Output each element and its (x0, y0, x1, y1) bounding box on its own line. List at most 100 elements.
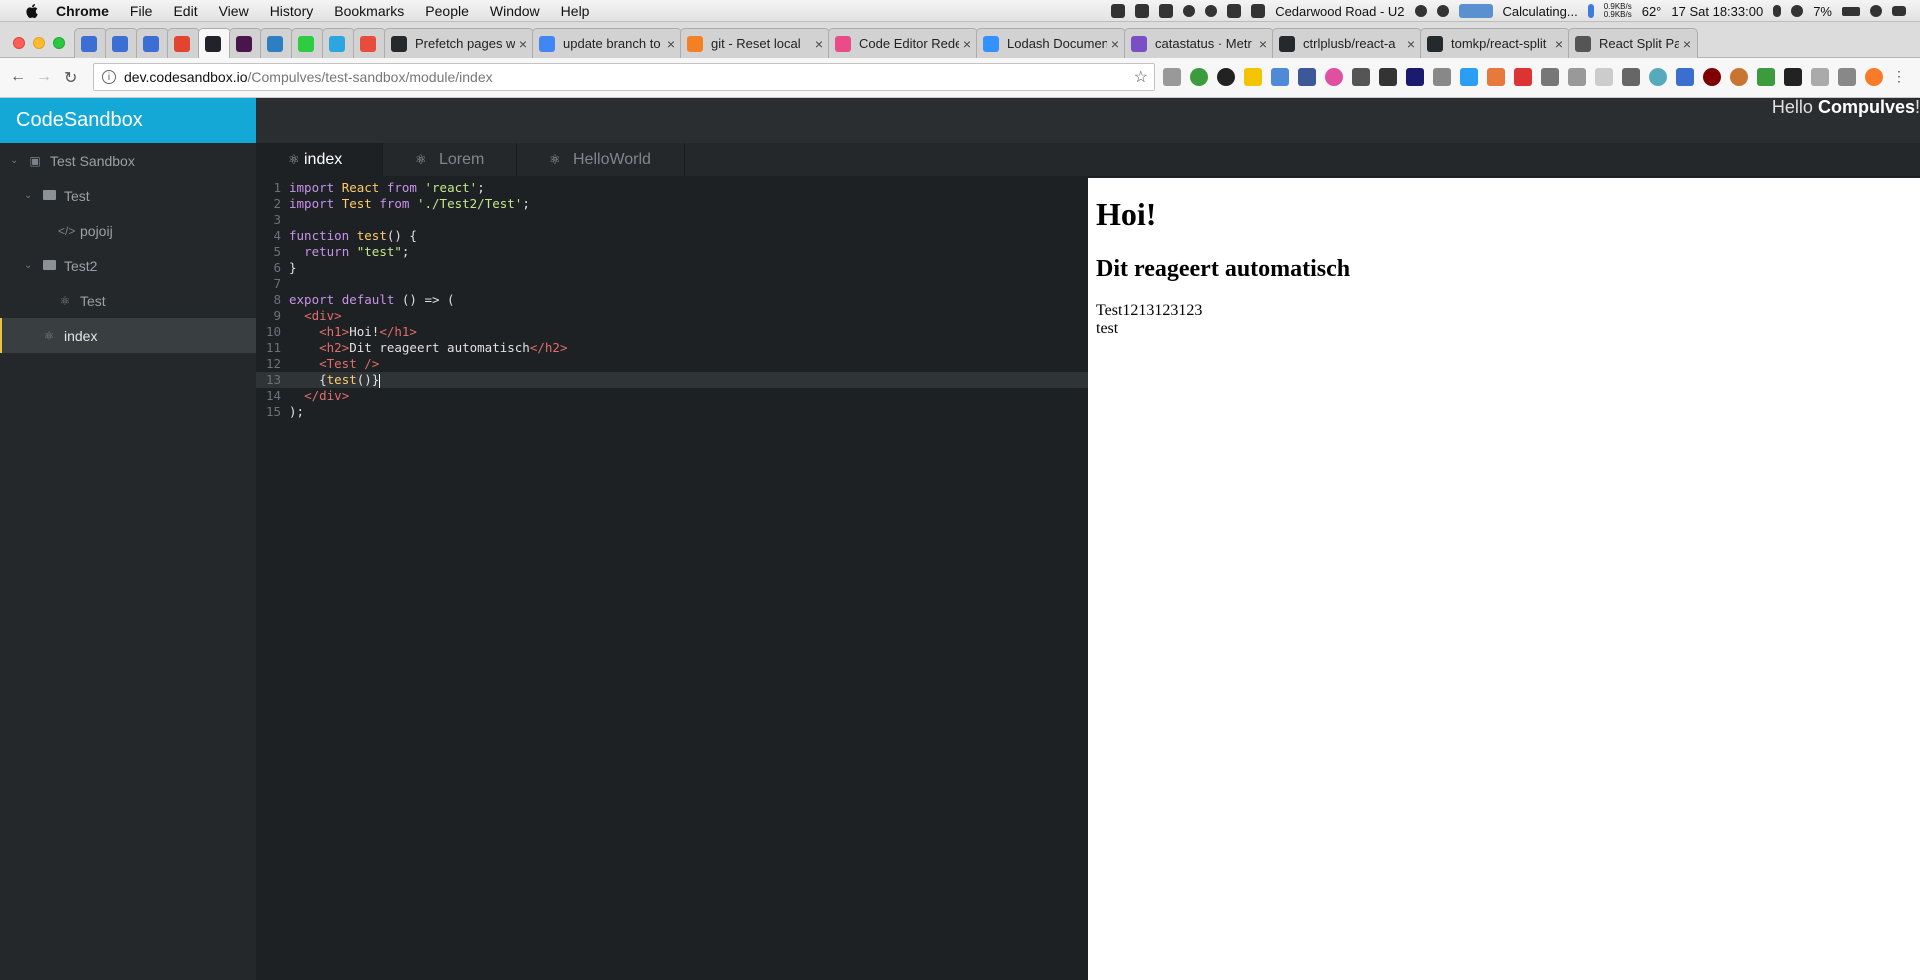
tab-lorem[interactable]: ⚛ Lorem (383, 143, 517, 176)
now-playing[interactable]: Cedarwood Road - U2 (1275, 4, 1404, 19)
back-arrow-icon[interactable]: ← (10, 68, 26, 86)
browser-tab[interactable]: tomkp/react-split × (1420, 28, 1570, 58)
extension-icon[interactable] (1730, 68, 1748, 86)
bookmark-star-icon[interactable]: ☆ (1134, 67, 1148, 87)
extension-icon[interactable] (1190, 68, 1208, 86)
tree-item-file-pojoij[interactable]: </> pojoij (0, 213, 256, 248)
window-close-button[interactable] (13, 37, 25, 49)
code-editor[interactable]: 1 import React from 'react'; 2 import Test… (256, 176, 1088, 980)
extension-icon[interactable] (1541, 68, 1559, 86)
menu-edit[interactable]: Edit (173, 3, 197, 19)
menu-window[interactable]: Window (490, 3, 540, 19)
browser-tab[interactable] (260, 28, 293, 58)
extension-icon[interactable] (1325, 68, 1343, 86)
dropbox-icon[interactable] (1227, 4, 1242, 18)
battery-status[interactable]: Calculating... (1503, 4, 1578, 19)
browser-tab[interactable]: Lodash Documen × (976, 28, 1126, 58)
bluetooth-icon[interactable] (1773, 5, 1782, 17)
shield-icon[interactable] (1251, 4, 1266, 18)
close-tab-icon[interactable]: × (1111, 36, 1119, 52)
extension-icon[interactable] (1433, 68, 1451, 86)
close-tab-icon[interactable]: × (1555, 36, 1563, 52)
chevron-down-icon[interactable]: ⌄ (24, 190, 36, 201)
close-tab-icon[interactable]: × (1259, 36, 1267, 52)
menu-history[interactable]: History (270, 3, 314, 19)
chevron-down-icon[interactable]: ⌄ (24, 260, 36, 271)
menu-file[interactable]: File (130, 3, 153, 19)
browser-tab[interactable]: Prefetch pages w × (384, 28, 534, 58)
extension-icon[interactable] (1757, 68, 1775, 86)
menu-people[interactable]: People (425, 3, 469, 19)
username[interactable]: Compulves (1818, 97, 1915, 117)
browser-tab[interactable] (229, 28, 262, 58)
extension-icon[interactable] (1379, 68, 1397, 86)
browser-tab[interactable] (105, 28, 138, 58)
tab-helloworld[interactable]: ⚛ HelloWorld (517, 143, 685, 176)
forward-arrow-icon[interactable]: → (36, 68, 52, 86)
extension-icon[interactable] (1406, 68, 1424, 86)
creative-cloud-icon[interactable] (1205, 5, 1218, 17)
gmail-checker-icon[interactable] (1514, 68, 1532, 86)
extension-icon[interactable] (1676, 68, 1694, 86)
address-bar[interactable]: i dev.codesandbox.io/Compulves/test-sand… (93, 63, 1155, 91)
extension-icon[interactable] (1460, 68, 1478, 86)
spotlight-search-icon[interactable] (1870, 5, 1882, 17)
reload-icon[interactable]: ↻ (64, 68, 77, 88)
battery-icon[interactable] (1842, 6, 1860, 16)
ublock-icon[interactable] (1703, 68, 1721, 86)
docker-icon[interactable] (1135, 4, 1150, 18)
browser-tab[interactable] (74, 28, 107, 58)
extension-icon[interactable] (1838, 68, 1856, 86)
close-tab-icon[interactable]: × (963, 36, 971, 52)
extension-icon[interactable] (1244, 68, 1262, 86)
extension-icon[interactable] (1217, 68, 1235, 86)
browser-tab[interactable]: ctrlplusb/react-a × (1272, 28, 1422, 58)
todo-icon[interactable] (1111, 4, 1126, 18)
browser-tab[interactable]: Code Editor Rede × (828, 28, 978, 58)
cloud-icon[interactable] (1183, 5, 1196, 17)
notification-center-icon[interactable] (1892, 6, 1906, 16)
extension-icon[interactable] (1811, 68, 1829, 86)
browser-tab[interactable]: catastatus · Metr × (1124, 28, 1274, 58)
browser-tab[interactable] (353, 28, 386, 58)
browser-tab[interactable]: React Split Pane × (1568, 28, 1698, 58)
close-tab-icon[interactable]: × (1683, 36, 1691, 52)
menu-help[interactable]: Help (561, 3, 590, 19)
facebook-icon[interactable] (1298, 68, 1316, 86)
clock[interactable]: 17 Sat 18:33:00 (1671, 4, 1763, 19)
extension-icon[interactable] (1568, 68, 1586, 86)
close-tab-icon[interactable]: × (815, 36, 823, 52)
browser-tab[interactable]: git - Reset local × (680, 28, 830, 58)
extension-icon[interactable] (1352, 68, 1370, 86)
tree-item-sandbox[interactable]: ⌄ ▣ Test Sandbox (0, 143, 256, 178)
browser-tab[interactable] (291, 28, 324, 58)
monitor-graph-icon[interactable] (1458, 4, 1493, 18)
browser-tab[interactable] (136, 28, 169, 58)
wifi-icon[interactable] (1791, 5, 1804, 17)
chrome-menu-icon[interactable]: ⋮ (1892, 68, 1906, 86)
tree-item-file-index[interactable]: ⚛ index (0, 318, 256, 353)
extension-icon[interactable] (1865, 68, 1883, 86)
tab-index[interactable]: ⚛ index (256, 143, 383, 176)
chevron-down-icon[interactable]: ⌄ (10, 155, 22, 166)
plus-icon[interactable] (1159, 4, 1174, 18)
preview-pane[interactable]: Hoi! Dit reageert automatisch Test121312… (1088, 178, 1920, 980)
extension-icon[interactable] (1622, 68, 1640, 86)
menu-view[interactable]: View (219, 3, 249, 19)
cast-icon[interactable] (1163, 68, 1181, 86)
extension-icon[interactable] (1271, 68, 1289, 86)
extension-icon[interactable] (1487, 68, 1505, 86)
browser-tab[interactable] (198, 28, 231, 58)
anchor-icon[interactable] (1414, 5, 1427, 17)
browser-tab[interactable] (322, 28, 355, 58)
close-tab-icon[interactable]: × (667, 36, 675, 52)
close-tab-icon[interactable]: × (519, 36, 527, 52)
temperature[interactable]: 62° (1642, 4, 1662, 19)
do-not-disturb-icon[interactable] (1436, 5, 1449, 17)
menu-bookmarks[interactable]: Bookmarks (334, 3, 404, 19)
battery-percent[interactable]: 7% (1813, 4, 1832, 19)
window-minimize-button[interactable] (33, 37, 45, 49)
apple-logo-icon[interactable] (22, 3, 42, 18)
tree-item-folder-test[interactable]: ⌄ Test (0, 178, 256, 213)
close-tab-icon[interactable]: × (1407, 36, 1415, 52)
